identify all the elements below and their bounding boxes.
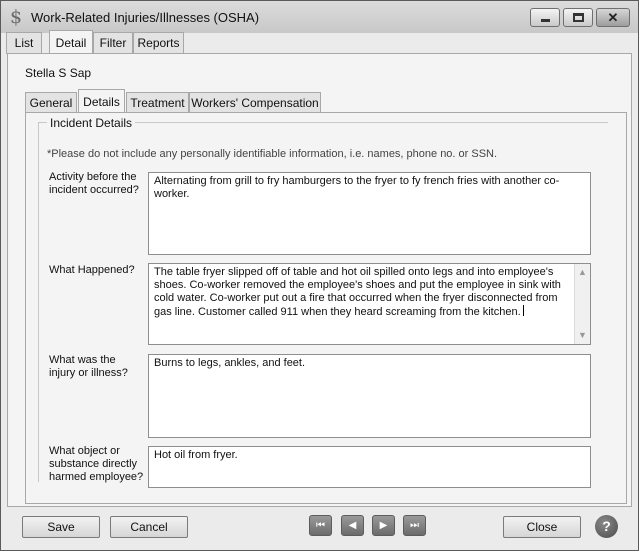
tab-list[interactable]: List <box>6 32 42 54</box>
injury-field[interactable]: Burns to legs, ankles, and feet. <box>148 354 591 438</box>
subtab-workers-compensation[interactable]: Workers' Compensation <box>189 92 321 113</box>
first-record-button[interactable]: ⏮ <box>309 515 332 536</box>
what-happened-label: What Happened? <box>49 264 135 276</box>
save-button[interactable]: Save <box>22 516 100 538</box>
injury-label: What was the injury or illness? <box>49 354 128 379</box>
subtab-details[interactable]: Details <box>78 89 125 113</box>
footer-bar: Save Cancel ⏮ ◀ ▶ ⏭ Close ? <box>1 506 638 550</box>
text-caret <box>522 305 524 316</box>
subtab-general[interactable]: General <box>25 92 77 113</box>
activity-field[interactable]: Alternating from grill to fry hamburgers… <box>148 172 591 255</box>
previous-record-button[interactable]: ◀ <box>341 515 364 536</box>
help-icon[interactable]: ? <box>595 515 618 538</box>
next-record-button[interactable]: ▶ <box>372 515 395 536</box>
cancel-button[interactable]: Cancel <box>110 516 188 538</box>
scroll-up-icon[interactable]: ▲ <box>575 266 590 279</box>
last-record-button[interactable]: ⏭ <box>403 515 426 536</box>
employee-name: Stella S Sap <box>25 66 92 80</box>
object-label: What object or substance directly harmed… <box>49 445 144 483</box>
what-happened-text: The table fryer slipped off of table and… <box>154 266 561 318</box>
close-button[interactable]: Close <box>503 516 581 538</box>
detail-panel: Stella S Sap General Details Treatment W… <box>7 53 632 507</box>
tab-reports[interactable]: Reports <box>133 32 184 54</box>
scroll-down-icon[interactable]: ▼ <box>575 329 590 342</box>
title-bar[interactable]: $ Work-Related Injuries/Illnesses (OSHA)… <box>1 1 638 33</box>
close-window-button[interactable]: ✕ <box>596 8 630 27</box>
tab-filter[interactable]: Filter <box>93 32 133 54</box>
maximize-icon <box>573 13 584 22</box>
dollar-sign-icon: $ <box>10 6 23 28</box>
last-record-icon: ⏭ <box>410 520 419 531</box>
what-happened-scrollbar[interactable]: ▲ ▼ <box>574 264 590 344</box>
close-icon: ✕ <box>607 10 619 25</box>
activity-label: Activity before the incident occurred? <box>49 171 139 196</box>
subtab-treatment[interactable]: Treatment <box>126 92 189 113</box>
first-record-icon: ⏮ <box>316 520 325 531</box>
next-record-icon: ▶ <box>379 520 388 531</box>
minimize-button[interactable] <box>530 8 560 27</box>
minimize-icon <box>541 19 550 22</box>
osha-window: $ Work-Related Injuries/Illnesses (OSHA)… <box>0 0 639 551</box>
tab-detail[interactable]: Detail <box>49 30 93 53</box>
pii-notice: *Please do not include any personally id… <box>47 148 498 160</box>
window-title: Work-Related Injuries/Illnesses (OSHA) <box>31 10 260 25</box>
group-title: Incident Details <box>47 116 136 130</box>
previous-record-icon: ◀ <box>348 520 357 531</box>
what-happened-field[interactable]: The table fryer slipped off of table and… <box>148 263 591 345</box>
maximize-button[interactable] <box>563 8 593 27</box>
object-field[interactable]: Hot oil from fryer. <box>148 446 591 488</box>
details-panel: Incident Details *Please do not include … <box>25 112 627 504</box>
